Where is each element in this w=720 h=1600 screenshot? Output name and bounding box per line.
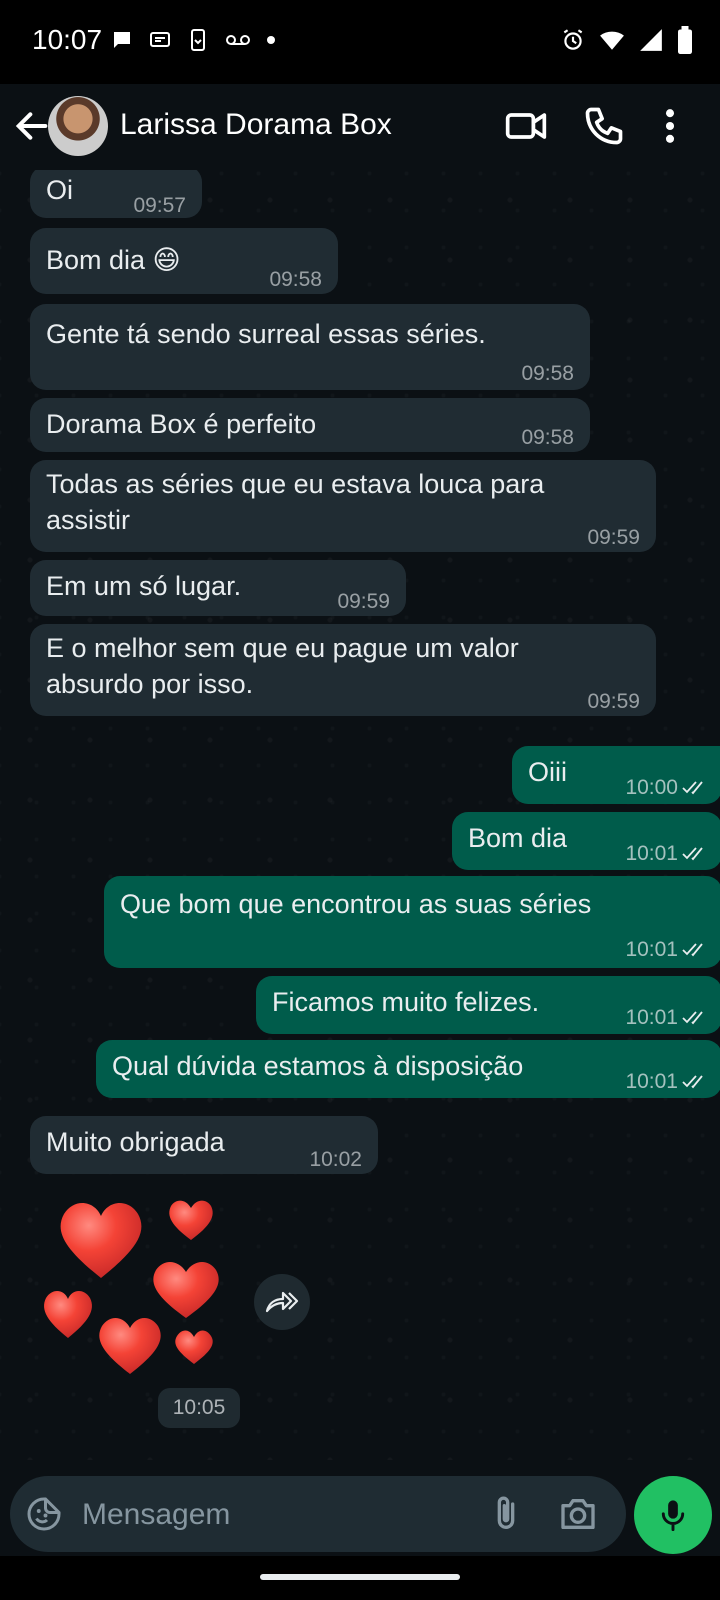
chat-messages[interactable]: Oi 09:57 Bom dia 😄 09:58 Gente tá sendo … — [0, 170, 720, 1460]
message-outgoing[interactable]: Bom dia 10:01 — [452, 812, 720, 870]
voice-call-icon[interactable] — [582, 104, 626, 148]
message-outgoing[interactable]: Que bom que encontrou as suas séries 10:… — [104, 876, 720, 968]
sticker-timestamp: 10:05 — [158, 1388, 240, 1428]
voice-message-button[interactable] — [634, 1476, 712, 1554]
chat-notification-icon — [114, 32, 130, 48]
message-incoming[interactable]: Todas as séries que eu estava louca para… — [30, 460, 656, 552]
dot-icon — [267, 36, 275, 44]
voicemail-icon — [226, 35, 250, 45]
status-time: 10:07 — [32, 24, 103, 55]
forward-icon — [265, 1291, 299, 1313]
message-notification-icon — [150, 32, 170, 47]
bubble-tail — [690, 746, 706, 760]
chat-header: Larissa Dorama Box — [0, 84, 720, 170]
forward-button[interactable] — [254, 1274, 310, 1330]
message-incoming[interactable]: Dorama Box é perfeito 09:58 — [30, 398, 590, 452]
more-options-icon[interactable] — [648, 104, 692, 148]
double-check-icon — [682, 1011, 703, 1025]
home-gesture-bar[interactable] — [260, 1574, 460, 1580]
message-incoming[interactable]: Muito obrigada 10:02 — [30, 1116, 378, 1174]
attachment-icon[interactable] — [486, 1494, 526, 1534]
message-incoming[interactable]: Em um só lugar. 09:59 — [30, 560, 406, 616]
message-incoming[interactable]: Gente tá sendo surreal essas séries. 09:… — [30, 304, 590, 390]
message-incoming[interactable]: Oi 09:57 — [30, 170, 202, 218]
message-outgoing[interactable]: Oiii 10:00 — [512, 746, 720, 804]
double-check-icon — [682, 1075, 703, 1089]
signal-icon — [640, 29, 662, 51]
notification-icons — [110, 28, 276, 52]
message-composer — [10, 1476, 626, 1552]
double-check-icon — [682, 781, 703, 795]
message-incoming[interactable]: E o melhor sem que eu pague um valor abs… — [30, 624, 656, 716]
status-bar: 10:07 — [0, 0, 720, 84]
sticker-emoji-icon[interactable] — [26, 1496, 62, 1532]
system-icons — [560, 26, 694, 54]
microphone-icon — [661, 1500, 685, 1532]
phone-rotate-icon — [191, 29, 205, 51]
wifi-icon — [600, 31, 624, 50]
camera-icon[interactable] — [558, 1494, 598, 1534]
hearts-sticker-icon[interactable] — [36, 1188, 236, 1378]
contact-name[interactable]: Larissa Dorama Box — [120, 108, 392, 142]
alarm-icon — [563, 29, 583, 50]
double-check-icon — [682, 943, 703, 957]
message-outgoing[interactable]: Ficamos muito felizes. 10:01 — [256, 976, 720, 1034]
back-arrow-icon[interactable] — [12, 106, 52, 146]
video-call-icon[interactable] — [504, 104, 548, 148]
contact-avatar[interactable] — [48, 96, 108, 156]
message-input[interactable] — [80, 1490, 464, 1540]
double-check-icon — [682, 847, 703, 861]
message-outgoing[interactable]: Qual dúvida estamos à disposição 10:01 — [96, 1040, 720, 1098]
message-incoming[interactable]: Bom dia 😄 09:58 — [30, 228, 338, 294]
battery-icon — [678, 26, 692, 54]
